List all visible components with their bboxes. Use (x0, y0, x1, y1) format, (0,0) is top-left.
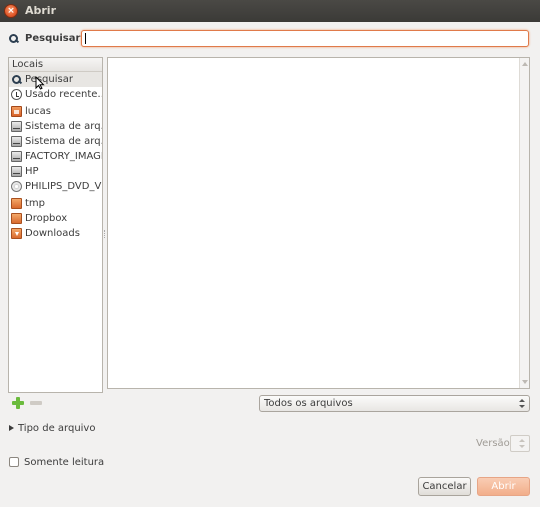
read-only-option[interactable]: Somente leitura (9, 455, 104, 469)
window-title: Abrir (25, 4, 57, 17)
file-filter-value: Todos os arquivos (264, 398, 353, 409)
search-icon (8, 33, 19, 44)
place-item-label: tmp (25, 198, 46, 209)
file-filter-select[interactable]: Todos os arquivos (259, 395, 530, 412)
file-type-expander[interactable]: Tipo de arquivo (9, 421, 95, 435)
drive-icon (11, 166, 22, 177)
places-sidebar: Locais Pesquisar Usado recente… lucas Si… (8, 57, 103, 393)
drive-icon (11, 121, 22, 132)
place-item-label: Sistema de arq… (25, 121, 102, 132)
place-item-label: Sistema de arq… (25, 136, 102, 147)
recent-clock-icon (11, 89, 22, 100)
place-item-tmp[interactable]: tmp (9, 196, 102, 211)
disc-icon (11, 181, 22, 192)
place-item-label: Pesquisar (25, 74, 73, 85)
combo-arrows-icon (519, 399, 525, 408)
scroll-up-icon[interactable] (522, 62, 528, 66)
read-only-checkbox[interactable] (9, 457, 19, 467)
home-folder-icon (11, 106, 22, 117)
search-input[interactable] (81, 30, 529, 47)
place-item-downloads[interactable]: Downloads (9, 226, 102, 241)
place-item-filesystem-1[interactable]: Sistema de arq… (9, 119, 102, 134)
download-folder-icon (11, 228, 22, 239)
text-caret (85, 33, 86, 44)
place-item-label: lucas (25, 106, 51, 117)
place-item-factory-image[interactable]: FACTORY_IMAGE (9, 149, 102, 164)
close-button[interactable]: × (4, 4, 18, 18)
scroll-down-icon[interactable] (522, 380, 528, 384)
place-item-label: Downloads (25, 228, 80, 239)
read-only-label: Somente leitura (24, 456, 105, 468)
place-item-recent[interactable]: Usado recente… (9, 87, 102, 102)
place-item-dvd[interactable]: PHILIPS_DVD_VR (9, 179, 102, 194)
places-header[interactable]: Locais (9, 58, 102, 72)
file-type-label: Tipo de arquivo (18, 422, 96, 434)
place-item-dropbox[interactable]: Dropbox (9, 211, 102, 226)
title-bar: × Abrir (0, 0, 540, 22)
place-item-label: FACTORY_IMAGE (25, 151, 102, 162)
cancel-button[interactable]: Cancelar (418, 477, 471, 496)
open-button[interactable]: Abrir (477, 477, 530, 496)
place-item-label: HP (25, 166, 39, 177)
drive-icon (11, 136, 22, 147)
folder-icon (11, 213, 22, 224)
search-label: Pesquisar: (25, 32, 85, 44)
search-icon (11, 74, 22, 85)
file-list-scrollbar[interactable] (519, 58, 529, 388)
place-item-label: PHILIPS_DVD_VR (25, 181, 102, 192)
file-list[interactable] (107, 57, 530, 389)
place-item-label: Usado recente… (25, 89, 102, 100)
version-label: Versão: (476, 438, 514, 449)
version-spin-button[interactable] (510, 435, 530, 452)
place-item-search[interactable]: Pesquisar (9, 72, 102, 87)
place-item-label: Dropbox (25, 213, 68, 224)
folder-icon (11, 198, 22, 209)
place-item-filesystem-2[interactable]: Sistema de arq… (9, 134, 102, 149)
add-bookmark-button[interactable] (12, 397, 24, 409)
expander-arrow-icon (9, 425, 14, 431)
remove-bookmark-button[interactable] (30, 401, 42, 405)
place-item-home[interactable]: lucas (9, 104, 102, 119)
search-label-group: Pesquisar: (8, 30, 84, 46)
drive-icon (11, 151, 22, 162)
place-item-hp[interactable]: HP (9, 164, 102, 179)
pane-resize-handle[interactable] (104, 230, 106, 238)
